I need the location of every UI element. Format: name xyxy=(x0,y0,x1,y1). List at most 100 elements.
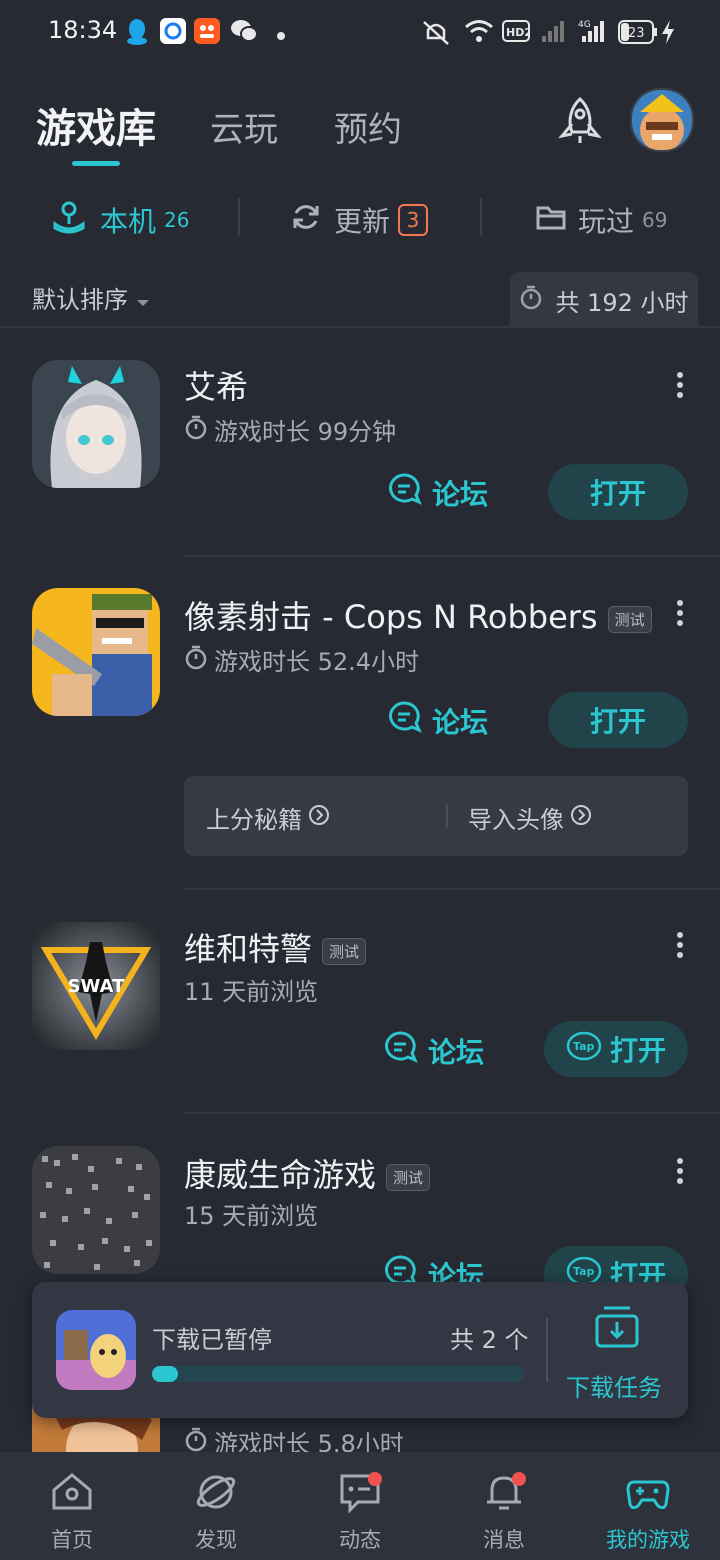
app-icon xyxy=(160,18,186,48)
forum-label: 论坛 xyxy=(428,1035,485,1069)
avatar[interactable] xyxy=(630,88,694,152)
subtab-local-count: 26 xyxy=(164,208,190,232)
sort-dropdown[interactable]: 默认排序 xyxy=(32,280,150,315)
mute-vibrate-icon xyxy=(420,18,452,50)
joystick-icon xyxy=(52,200,86,241)
tab-reservation[interactable]: 预约 xyxy=(334,102,402,151)
swat-logo-text: SWAT xyxy=(68,976,126,997)
beta-tag: 测试 xyxy=(322,937,367,965)
game-icon-aishi[interactable] xyxy=(32,360,160,488)
last-browsed: 15 天前浏览 xyxy=(184,1202,319,1230)
more-options-icon[interactable] xyxy=(670,370,690,400)
game-title[interactable]: 艾希 xyxy=(184,362,248,408)
more-options-icon[interactable] xyxy=(670,1156,690,1186)
bottom-nav: 首页 发现 动态 消息 我的游戏 xyxy=(0,1452,720,1560)
hd-label: HD2 xyxy=(506,26,530,39)
game-title-text: 维和特警 xyxy=(184,930,313,968)
open-label: 打开 xyxy=(609,1034,666,1067)
open-button[interactable]: 打开 xyxy=(548,692,688,748)
nav-home[interactable]: 首页 xyxy=(0,1452,144,1560)
chevron-right-icon xyxy=(308,804,330,832)
forum-button[interactable]: 论坛 xyxy=(388,472,488,513)
tab-game-library[interactable]: 游戏库 xyxy=(36,96,156,154)
forum-button[interactable]: 论坛 xyxy=(384,1030,484,1071)
notification-dot xyxy=(368,1472,382,1486)
taptap-icon: Tap xyxy=(566,1030,602,1069)
charging-icon xyxy=(660,20,676,48)
subtab-local[interactable]: 本机 26 xyxy=(52,198,189,242)
last-browsed: 11 天前浏览 xyxy=(184,978,319,1006)
tips-item-import-avatar[interactable]: 导入头像 xyxy=(468,800,592,835)
game-title-text: 像素射击 - Cops N Robbers xyxy=(184,598,598,636)
nav-label: 消息 xyxy=(483,1528,525,1552)
update-count-badge: 3 xyxy=(398,204,429,236)
svg-text:Tap: Tap xyxy=(573,1040,595,1053)
more-options-icon[interactable] xyxy=(670,930,690,960)
nav-discover[interactable]: 发现 xyxy=(144,1452,288,1560)
subtab-played[interactable]: 玩过 69 xyxy=(536,198,667,242)
download-icon xyxy=(594,1304,640,1354)
hd-icon: HD2 xyxy=(502,20,532,46)
open-button[interactable]: 打开 xyxy=(548,464,688,520)
subtab-played-label: 玩过 xyxy=(578,205,635,238)
battery-icon: 23 xyxy=(618,20,658,48)
timer-icon xyxy=(184,644,208,676)
subtab-updates-label: 更新 xyxy=(334,205,391,238)
total-playtime: 共 192 小时 xyxy=(510,272,698,328)
tab-cloud-play[interactable]: 云玩 xyxy=(210,102,278,151)
nav-label: 我的游戏 xyxy=(606,1528,690,1552)
wifi-icon xyxy=(464,18,494,48)
subtab-local-label: 本机 xyxy=(100,205,157,238)
refresh-icon xyxy=(290,201,322,240)
download-progress-fill xyxy=(152,1366,179,1382)
nav-feed[interactable]: 动态 xyxy=(288,1452,432,1560)
game-title[interactable]: 像素射击 - Cops N Robbers 测试 xyxy=(184,592,652,638)
download-game-icon xyxy=(56,1310,136,1390)
game-icon-conway[interactable] xyxy=(32,1146,160,1274)
game-title[interactable]: 康威生命游戏 测试 xyxy=(184,1150,431,1196)
game-playtime: 游戏时长 52.4小时 xyxy=(184,642,419,677)
wechat-icon xyxy=(230,18,258,48)
sort-label: 默认排序 xyxy=(32,286,128,314)
timer-icon xyxy=(519,284,543,316)
download-status: 下载已暂停 xyxy=(152,1326,272,1354)
nav-my-games[interactable]: 我的游戏 xyxy=(576,1452,720,1560)
active-tab-indicator xyxy=(72,161,120,166)
download-tasks-button[interactable]: 下载任务 xyxy=(566,1304,668,1404)
forum-icon xyxy=(384,1030,418,1071)
more-options-icon[interactable] xyxy=(670,598,690,628)
tips-label: 上分秘籍 xyxy=(206,806,302,834)
forum-button[interactable]: 论坛 xyxy=(388,700,488,741)
chevron-down-icon xyxy=(136,286,150,314)
nav-label: 发现 xyxy=(195,1528,237,1552)
total-playtime-text: 共 192 小时 xyxy=(555,288,689,317)
forum-label: 论坛 xyxy=(432,477,489,511)
game-icon-swat[interactable]: SWAT xyxy=(32,922,160,1050)
open-button[interactable]: Tap 打开 xyxy=(544,1021,688,1077)
download-progress-bar xyxy=(152,1366,524,1382)
beta-tag: 测试 xyxy=(607,605,652,633)
tips-item-rank-tips[interactable]: 上分秘籍 xyxy=(206,800,330,835)
nav-messages[interactable]: 消息 xyxy=(432,1452,576,1560)
status-bar: 18:34 HD2 4G 23 xyxy=(0,0,720,64)
download-bar[interactable]: 下载已暂停 共 2 个 下载任务 xyxy=(32,1282,688,1418)
forum-label: 论坛 xyxy=(432,705,489,739)
chevron-right-icon xyxy=(570,804,592,832)
subtab-updates[interactable]: 更新 3 xyxy=(290,198,429,242)
forum-icon xyxy=(388,700,422,741)
rocket-icon[interactable] xyxy=(556,96,604,150)
game-playtime: 游戏时长 99分钟 xyxy=(184,412,396,447)
network-label: 4G xyxy=(578,20,591,30)
game-playtime-text: 游戏时长 52.4小时 xyxy=(214,648,420,676)
signal-icon xyxy=(540,18,566,48)
signal-4g-icon: 4G xyxy=(578,18,606,48)
game-title[interactable]: 维和特警 测试 xyxy=(184,924,367,970)
nav-label: 动态 xyxy=(339,1528,381,1552)
download-count: 共 2 个 xyxy=(450,1326,529,1354)
nav-label: 首页 xyxy=(51,1528,93,1552)
svg-text:Tap: Tap xyxy=(573,1265,595,1278)
game-icon-pixel-shooter[interactable] xyxy=(32,588,160,716)
game-playtime-text: 游戏时长 99分钟 xyxy=(214,418,397,446)
subtab-played-count: 69 xyxy=(642,208,668,232)
battery-label: 23 xyxy=(628,26,645,41)
